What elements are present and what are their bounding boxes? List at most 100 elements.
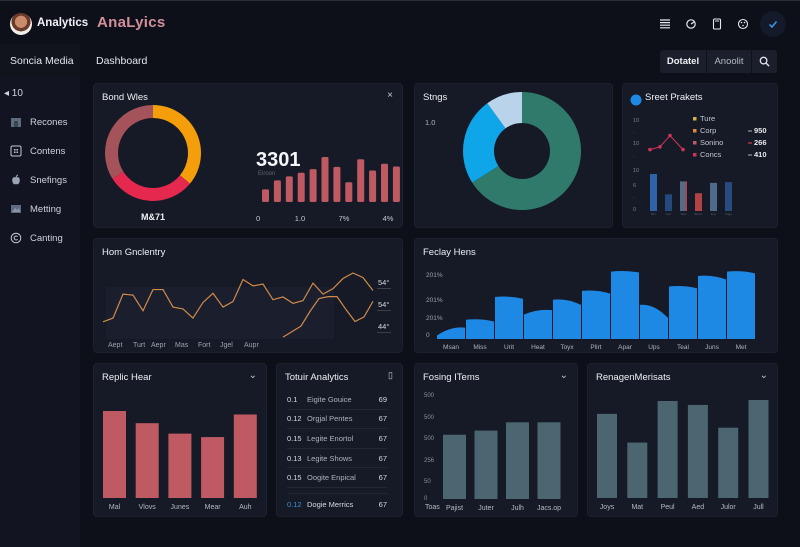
copyright-icon [10,232,22,244]
right-label-underline [377,310,391,311]
bar [262,189,269,202]
card-bond: Bond Wles × M&71 3301 Eiroon 0 1.0 7% 4% [93,83,403,228]
x-tick-label: Junes [171,504,190,511]
table-row[interactable]: 0.15 Oogite Enpical 67 [287,468,387,488]
y-tick-label: 256 [424,458,435,464]
y-tick-label: 500 [424,393,435,399]
x-tick-label: Plirt [590,344,601,351]
x-tick-label: Msan [443,344,459,351]
x-tick-label: Pajist [446,505,463,512]
sidebar-back-button[interactable]: ◂ 10 [4,88,23,99]
folder-icon [10,116,22,128]
apple-icon [10,174,22,186]
bar [201,437,225,498]
bar [665,194,672,211]
bar [524,309,552,339]
x-tick-label: Urit [504,344,514,351]
x-tick-label: 7% [339,214,350,223]
legend-swatch [693,141,697,145]
x-tick-label: Aept [108,342,122,349]
bar [698,275,726,339]
legend-dash [748,142,752,144]
bar [357,159,365,202]
card-feday: Feclay Hens 0 201% 201% 201% Msan Miss Urit Hea… [414,238,778,353]
sidebar-item-metting[interactable]: Metting [10,203,61,215]
expand-icon[interactable]: ▯ [388,370,393,381]
analytics-table: 0.1 Eigite Gouice 69 0.12 Orgjal Pentes 67 0… [287,390,387,513]
table-row[interactable]: 0.1 Eigite Gouice 69 [287,390,387,410]
check-icon[interactable] [760,11,786,37]
y-tick-label: 0 [426,332,430,339]
sidebar-item-label: Canting [30,232,63,244]
bar [381,163,388,202]
document-icon[interactable] [704,11,730,37]
x-tick-label: Mat [631,504,643,511]
sidebar-item-snefings[interactable]: Snefings [10,174,67,186]
x-tick-label: Met [736,344,747,351]
legend-label: Ture [700,114,715,123]
top-icons [652,11,786,37]
bar [309,169,317,202]
bar [437,327,465,339]
bar [725,182,732,211]
segment-dotatel[interactable]: Dotatel [660,50,707,73]
table-row[interactable]: 0.15 Legite Enortol 67 [287,429,387,449]
x-tick-label: Heat [531,344,545,351]
sidebar-heading: Soncia Media [0,44,80,76]
bar [297,172,305,202]
bar [718,427,739,498]
card-title: Totuir Analytics [285,372,349,383]
line-point [681,147,685,152]
card-fosing: Fosing ITems ⌄ Pajist Juter Julh Jacs.op 0 50… [414,363,578,517]
pie-slice-orange [153,105,201,184]
bar [611,271,639,339]
x-tick-label: Julor [721,504,737,511]
x-tick-label: Aupr [244,342,259,349]
hom-chart: Aept Turt Aepr Mas Fort Jgel Aupr 54° 54° 44° [102,272,391,349]
bar [553,299,581,339]
bar-accent [685,181,687,211]
refresh-icon[interactable] [678,11,704,37]
plot-area [106,287,334,339]
y-tick-label: 0 [633,207,636,213]
search-icon [759,56,770,67]
x-tick-label: Julh [511,505,524,512]
line-point [648,147,652,152]
bar [392,166,400,202]
right-label: 54° [378,278,389,287]
card-secret: Sreet Prakets 10 · 10 · 10 6 · 0 Ture Corp 950 Soni… [622,83,778,228]
palette-icon[interactable] [730,11,756,37]
y-tick-label: 201% [426,297,443,304]
line-series [649,134,684,151]
bar [135,423,159,498]
x-tick-label: Vlovs [139,504,157,511]
right-label: 54° [378,300,389,309]
line-point [658,145,662,149]
segment-anoolit[interactable]: Anoolit [707,50,752,73]
table-total-row[interactable]: 0.12 Dogie Merrics 67 [287,492,387,513]
x-tick-label: Miss [473,344,487,351]
avatar[interactable] [10,13,32,35]
sidebar-item-recones[interactable]: Recones [10,116,68,128]
search-button[interactable] [752,50,777,73]
bar [443,434,466,499]
x-tick-label: Turt [133,342,145,349]
x-tick-label: Mal [109,504,121,511]
x-tick-label: Fort [198,342,211,349]
bar [233,414,257,498]
sidebar-item-canting[interactable]: Canting [10,232,63,244]
title-dot-icon [630,94,642,106]
card-stngs: Stngs 1.0 [414,83,613,228]
line-point [668,133,672,138]
table-row[interactable]: 0.13 Legite Shows 67 [287,449,387,469]
bar [695,193,702,211]
menu-icon[interactable] [652,11,678,37]
sidebar-item-contens[interactable]: Contens [10,145,65,157]
x-tick-label: Toyx [560,344,574,351]
bar [168,433,192,498]
legend-label: Corp [700,126,716,135]
x-tick-label: Corr [666,212,672,216]
bar [466,319,494,339]
table-row[interactable]: 0.12 Orgjal Pentes 67 [287,410,387,430]
x-tick-label: Jacs.op [537,505,561,512]
